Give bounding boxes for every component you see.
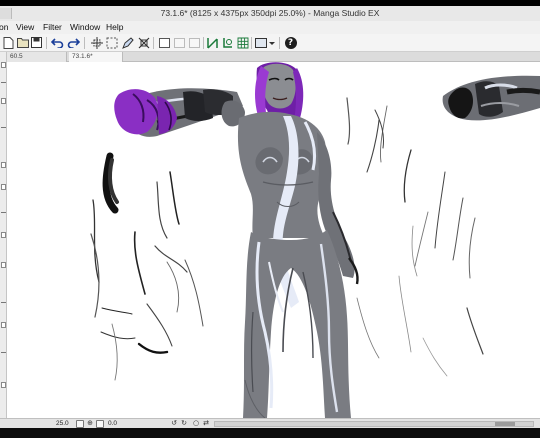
tool-divider <box>1 127 6 128</box>
undo-icon[interactable] <box>51 36 64 49</box>
tool-slot[interactable] <box>1 62 6 68</box>
menu-item-view[interactable]: View <box>16 22 34 32</box>
tool-slot[interactable] <box>1 98 6 104</box>
tool-divider <box>1 302 6 303</box>
select-all-icon[interactable] <box>105 36 118 49</box>
transform-icon[interactable] <box>90 36 103 49</box>
window-titlebar: 73.1.6* (8125 x 4375px 350dpi 25.0%) - M… <box>0 6 540 21</box>
toolbar-separator <box>46 37 47 49</box>
tool-divider <box>1 352 6 353</box>
rotate-left-icon[interactable]: ↺ <box>170 419 178 428</box>
tool-slot[interactable] <box>1 184 6 190</box>
tool-slot[interactable] <box>1 262 6 268</box>
tool-slot[interactable] <box>1 232 6 238</box>
artwork[interactable] <box>7 62 540 418</box>
crop-icon[interactable] <box>137 36 150 49</box>
save-icon[interactable] <box>30 36 43 49</box>
main-toolbar: ? <box>0 34 540 52</box>
tool-slot[interactable] <box>1 382 6 388</box>
snap-ruler-icon[interactable] <box>206 36 219 49</box>
figure-woman <box>114 62 359 418</box>
menu-item-filter[interactable]: Filter <box>43 22 62 32</box>
layer-square-faint-icon[interactable] <box>188 36 201 49</box>
drawing-canvas[interactable] <box>7 62 540 418</box>
partial-arm-right <box>442 75 540 121</box>
pen-icon[interactable] <box>121 36 134 49</box>
menu-item-edition[interactable]: on <box>0 22 8 32</box>
tool-divider <box>1 212 6 213</box>
toolbar-separator <box>279 37 280 49</box>
horizontal-scrollbar[interactable] <box>214 421 534 427</box>
screen-bottom-border <box>0 428 540 438</box>
flip-icon[interactable]: ⇄ <box>202 419 210 428</box>
help-icon[interactable]: ? <box>284 36 297 49</box>
zoom-in-icon[interactable]: ⊕ <box>86 419 94 428</box>
tab-document-60-5[interactable]: 60.5 <box>7 52 67 62</box>
tool-slot[interactable] <box>1 322 6 328</box>
redo-icon[interactable] <box>67 36 80 49</box>
tool-divider <box>1 82 6 83</box>
rotate-right-icon[interactable]: ↻ <box>180 419 188 428</box>
rotation-value[interactable]: 0.0 <box>108 420 117 427</box>
new-page-icon[interactable] <box>2 36 15 49</box>
menu-bar: on View Filter Window Help <box>0 21 540 34</box>
snap-grid-icon[interactable] <box>236 36 249 49</box>
reset-rotation-icon[interactable]: ○ <box>192 419 200 428</box>
toolbar-separator <box>251 37 252 49</box>
toolbar-separator <box>203 37 204 49</box>
status-bar: 25.0 ⊕ 0.0 ↺ ↻ ○ ⇄ <box>0 418 540 428</box>
document-tab-row: 60.5 73.1.6* <box>7 52 540 62</box>
help-button[interactable]: ? <box>284 36 297 49</box>
window-title: 73.1.6* (8125 x 4375px 350dpi 25.0%) - M… <box>160 8 380 18</box>
tool-slot[interactable] <box>1 162 6 168</box>
layer-square-icon[interactable] <box>158 36 171 49</box>
layer-square-faint-icon[interactable] <box>173 36 186 49</box>
sketch-lines-right <box>346 97 484 377</box>
open-icon[interactable] <box>16 36 29 49</box>
snap-special-icon[interactable] <box>221 36 234 49</box>
tab-document-73-1-6[interactable]: 73.1.6* <box>69 52 123 62</box>
toolbar-separator <box>153 37 154 49</box>
left-tool-strip[interactable] <box>0 52 7 418</box>
sketch-lines-left <box>90 152 204 381</box>
zoom-value[interactable]: 25.0 <box>56 420 69 427</box>
menu-item-window[interactable]: Window <box>70 22 100 32</box>
fit-view-button[interactable] <box>96 420 104 428</box>
zoom-out-button[interactable] <box>76 420 84 428</box>
view-mode-icon[interactable] <box>255 36 275 49</box>
toolbar-separator <box>84 37 85 49</box>
scrollbar-thumb[interactable] <box>495 422 515 426</box>
menu-item-help[interactable]: Help <box>106 22 123 32</box>
